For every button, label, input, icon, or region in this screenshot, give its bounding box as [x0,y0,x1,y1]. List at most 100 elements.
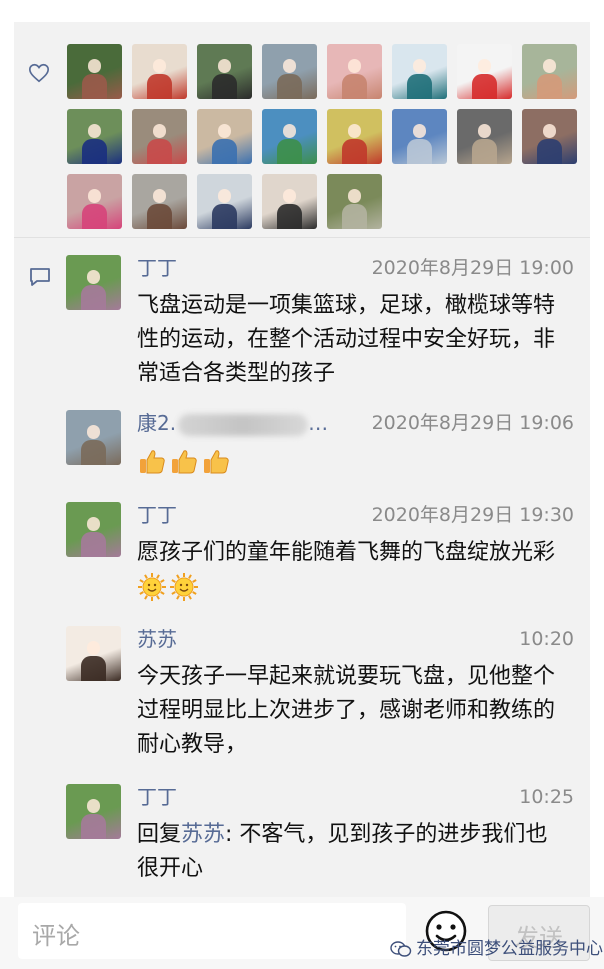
avatar-figure-body [472,139,497,164]
heart-outline-icon [29,63,49,83]
avatar-figure-body [147,204,172,229]
avatar-figure-body [472,74,497,99]
avatar-figure [412,59,427,73]
avatar-figure-body [537,74,562,99]
liker-avatar[interactable] [197,44,252,99]
comment-text: 今天孩子一早起来就说要玩飞盘，见他整个过程明显比上次进步了，感谢老师和教练的耐心… [137,664,556,757]
commenter-name[interactable]: 苏苏 [137,626,177,652]
comment-time: 10:20 [519,628,574,650]
thumbs-up-icon [204,450,229,474]
reply-prefix: 回复 [137,822,182,847]
commenter-name-text: 康2. [137,411,177,435]
avatar-figure [152,189,167,203]
divider [14,237,590,238]
liker-avatar[interactable] [262,44,317,99]
commenter-avatar[interactable] [66,626,121,681]
comment-time: 2020年8月29日 19:30 [371,504,574,526]
comment-text: 飞盘运动是一项集篮球，足球，橄榄球等特性的运动，在整个活动过程中安全好玩，非常适… [137,293,556,386]
liker-avatar[interactable] [67,109,122,164]
avatar-figure [347,124,362,138]
avatar-figure [217,124,232,138]
avatar-figure-body [81,656,106,681]
avatar-figure [542,124,557,138]
avatar-figure-body [81,440,106,465]
comment-item[interactable]: 康2. … 2020年8月29日 19:06 [66,410,574,500]
redacted-name-blur [178,413,309,436]
comment-time: 2020年8月29日 19:06 [371,412,574,434]
thumbs-up-icon [140,450,165,474]
liker-avatar[interactable] [327,44,382,99]
avatar-figure-body [212,74,237,99]
liker-avatar[interactable] [457,109,512,164]
liker-avatar[interactable] [132,174,187,229]
avatar-figure [282,189,297,203]
liker-avatar[interactable] [392,109,447,164]
liker-avatar[interactable] [197,109,252,164]
avatar-figure [217,189,232,203]
commenter-avatar[interactable] [66,410,121,465]
commenter-avatar[interactable] [66,255,121,310]
avatar-figure-body [342,74,367,99]
sun-face-icon [170,573,198,601]
avatar-figure [542,59,557,73]
commenter-name[interactable]: 康2.… [137,410,328,436]
comment-item[interactable]: 丁丁 10:25 回复苏苏: 不客气，见到孩子的进步我们也很开心 [66,784,574,894]
liker-avatar[interactable] [262,109,317,164]
liker-avatar[interactable] [197,174,252,229]
avatar-figure [412,124,427,138]
liker-avatar[interactable] [67,44,122,99]
avatar-figure-body [147,74,172,99]
commenter-name[interactable]: 丁丁 [137,784,177,810]
avatar-figure-body [407,74,432,99]
avatar-figure [87,189,102,203]
avatar-figure [282,59,297,73]
liker-avatar[interactable] [262,174,317,229]
commenter-name[interactable]: 丁丁 [137,255,177,281]
liker-avatar[interactable] [327,109,382,164]
avatar-figure-body [82,204,107,229]
avatar-figure-body [81,814,106,839]
avatar-figure-body [81,532,106,557]
liker-avatar[interactable] [132,44,187,99]
comment-time: 2020年8月29日 19:00 [371,257,574,279]
avatar-figure [86,425,101,439]
comment-time: 10:25 [519,786,574,808]
comment-emojis [137,573,201,601]
watermark-text: 东莞市圆梦公益服务中心 [416,939,603,959]
avatar-figure [152,59,167,73]
source-watermark: 东莞市圆梦公益服务中心 [390,934,603,959]
liker-avatar[interactable] [522,109,577,164]
avatar-figure [347,59,362,73]
avatar-figure [477,124,492,138]
comment-item[interactable]: 苏苏 10:20 今天孩子一早起来就说要玩飞盘，见他整个过程明显比上次进步了，感… [66,626,574,776]
liker-avatar[interactable] [132,109,187,164]
avatar-figure [86,641,101,655]
avatar-figure-body [212,139,237,164]
comment-item[interactable]: 丁丁 2020年8月29日 19:00 飞盘运动是一项集篮球，足球，橄榄球等特性… [66,255,574,405]
avatar-figure [87,124,102,138]
liker-avatar[interactable] [67,174,122,229]
reply-target-name[interactable]: 苏苏 [181,822,225,847]
liker-avatar[interactable] [327,174,382,229]
avatar-figure-body [81,285,106,310]
avatar-figure-body [342,139,367,164]
avatar-figure [152,124,167,138]
avatar-figure [86,517,101,531]
comment-input-placeholder: 评论 [32,922,80,950]
comment-bubble-icon [30,268,50,286]
liker-avatar[interactable] [457,44,512,99]
sun-face-icon [138,573,166,601]
liker-avatar[interactable] [392,44,447,99]
comment-input[interactable]: 评论 [18,903,406,959]
moments-interaction-panel: 丁丁 2020年8月29日 19:00 飞盘运动是一项集篮球，足球，橄榄球等特性… [14,22,590,897]
liker-avatar[interactable] [522,44,577,99]
avatar-figure [87,59,102,73]
commenter-avatar[interactable] [66,502,121,557]
commenter-avatar[interactable] [66,784,121,839]
avatar-figure-body [82,74,107,99]
likes-section [14,22,590,237]
commenter-name[interactable]: 丁丁 [137,502,177,528]
comment-text: 回复苏苏: 不客气，见到孩子的进步我们也很开心 [137,818,562,886]
avatar-figure [86,799,101,813]
comment-item[interactable]: 丁丁 2020年8月29日 19:30 愿孩子们的童年能随着飞舞的飞盘绽放光彩 [66,502,574,612]
